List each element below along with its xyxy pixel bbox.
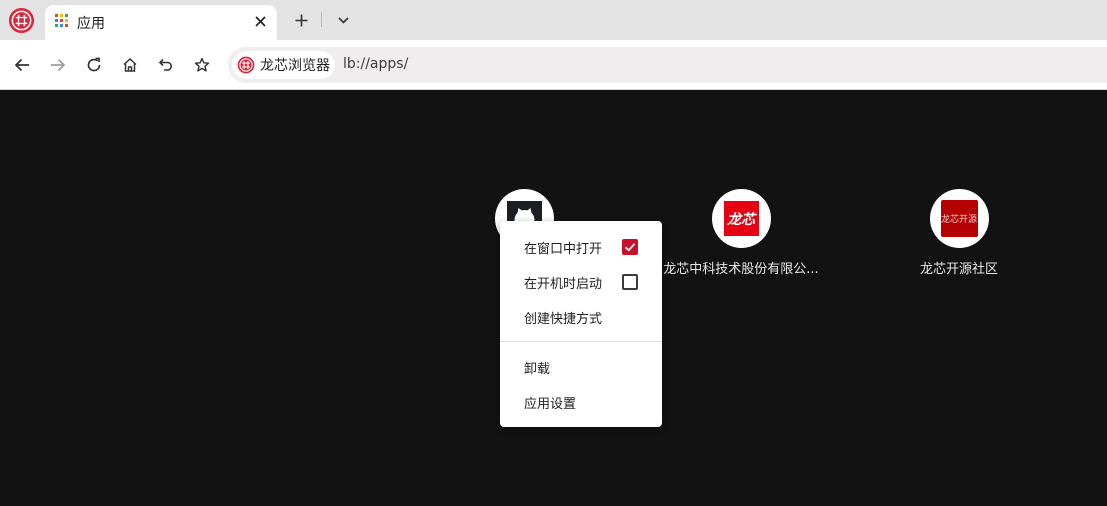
forward-button[interactable] bbox=[45, 52, 71, 78]
undo-icon bbox=[158, 58, 172, 71]
arrow-left-icon bbox=[14, 58, 29, 72]
tab-divider bbox=[321, 12, 322, 27]
close-tab-button[interactable] bbox=[251, 12, 269, 30]
menu-separator bbox=[500, 341, 662, 342]
app-context-menu: 在窗口中打开 在开机时启动 创建快捷方式 卸载 应用设置 bbox=[500, 221, 662, 427]
site-info-chip[interactable]: 龙芯浏览器 bbox=[232, 51, 335, 79]
address-bar[interactable]: 龙芯浏览器 lb://apps/ bbox=[228, 47, 1107, 83]
chevron-down-icon bbox=[337, 16, 349, 24]
bookmark-button[interactable] bbox=[189, 52, 215, 78]
app-tile-loongson[interactable]: 龙芯 龙芯中科技术股份有限公... bbox=[641, 189, 841, 277]
menu-item-label: 在窗口中打开 bbox=[524, 241, 603, 257]
loongson-community-icon: 龙芯开源 bbox=[940, 200, 978, 237]
menu-item-launch-at-startup[interactable]: 在开机时启动 bbox=[500, 265, 662, 299]
close-icon bbox=[254, 15, 266, 27]
browser-window: 应用 龙芯浏览器 lb://apps/ 龙芯 龙芯中科技术股份有限公... 龙芯… bbox=[0, 0, 1107, 506]
checkbox-launch-at-startup[interactable] bbox=[622, 274, 638, 290]
home-button[interactable] bbox=[117, 52, 143, 78]
plus-icon bbox=[295, 14, 307, 26]
tab-apps[interactable]: 应用 bbox=[45, 5, 277, 40]
menu-item-create-shortcut[interactable]: 创建快捷方式 bbox=[500, 300, 662, 334]
apps-grid-icon bbox=[55, 14, 68, 27]
app-icon-circle[interactable]: 龙芯 bbox=[711, 189, 771, 248]
loongson-browser-logo-icon bbox=[237, 56, 255, 74]
arrow-right-icon bbox=[51, 58, 66, 72]
app-icon-circle[interactable]: 龙芯开源 bbox=[929, 189, 989, 248]
reload-button[interactable] bbox=[81, 52, 107, 78]
app-tile-loongson-community[interactable]: 龙芯开源 龙芯开源社区 bbox=[859, 189, 1059, 277]
back-button[interactable] bbox=[9, 52, 35, 78]
tab-strip: 应用 bbox=[0, 0, 1107, 40]
menu-item-app-settings[interactable]: 应用设置 bbox=[500, 385, 662, 419]
menu-item-label: 应用设置 bbox=[524, 396, 577, 412]
new-tab-button[interactable] bbox=[290, 9, 312, 31]
menu-item-label: 卸载 bbox=[524, 361, 551, 377]
app-name: 龙芯开源社区 bbox=[919, 262, 998, 277]
checkbox-open-in-window[interactable] bbox=[622, 239, 638, 255]
tab-search-button[interactable] bbox=[333, 9, 353, 31]
toolbar: 龙芯浏览器 lb://apps/ bbox=[0, 40, 1107, 90]
reload-icon bbox=[87, 57, 101, 72]
url-text[interactable]: lb://apps/ bbox=[343, 56, 408, 72]
app-name: 龙芯中科技术股份有限公... bbox=[663, 262, 819, 277]
site-chip-label: 龙芯浏览器 bbox=[260, 58, 330, 74]
menu-item-label: 在开机时启动 bbox=[524, 276, 603, 292]
loongson-icon: 龙芯 bbox=[723, 201, 759, 236]
checkmark-icon bbox=[624, 243, 636, 252]
tab-title: 应用 bbox=[77, 16, 105, 32]
menu-item-uninstall[interactable]: 卸载 bbox=[500, 350, 662, 384]
loongson-browser-logo-icon[interactable] bbox=[8, 7, 35, 34]
undo-button[interactable] bbox=[153, 52, 179, 78]
menu-item-open-in-window[interactable]: 在窗口中打开 bbox=[500, 230, 662, 264]
star-icon bbox=[194, 57, 210, 72]
home-icon bbox=[123, 57, 137, 72]
menu-item-label: 创建快捷方式 bbox=[524, 311, 603, 327]
